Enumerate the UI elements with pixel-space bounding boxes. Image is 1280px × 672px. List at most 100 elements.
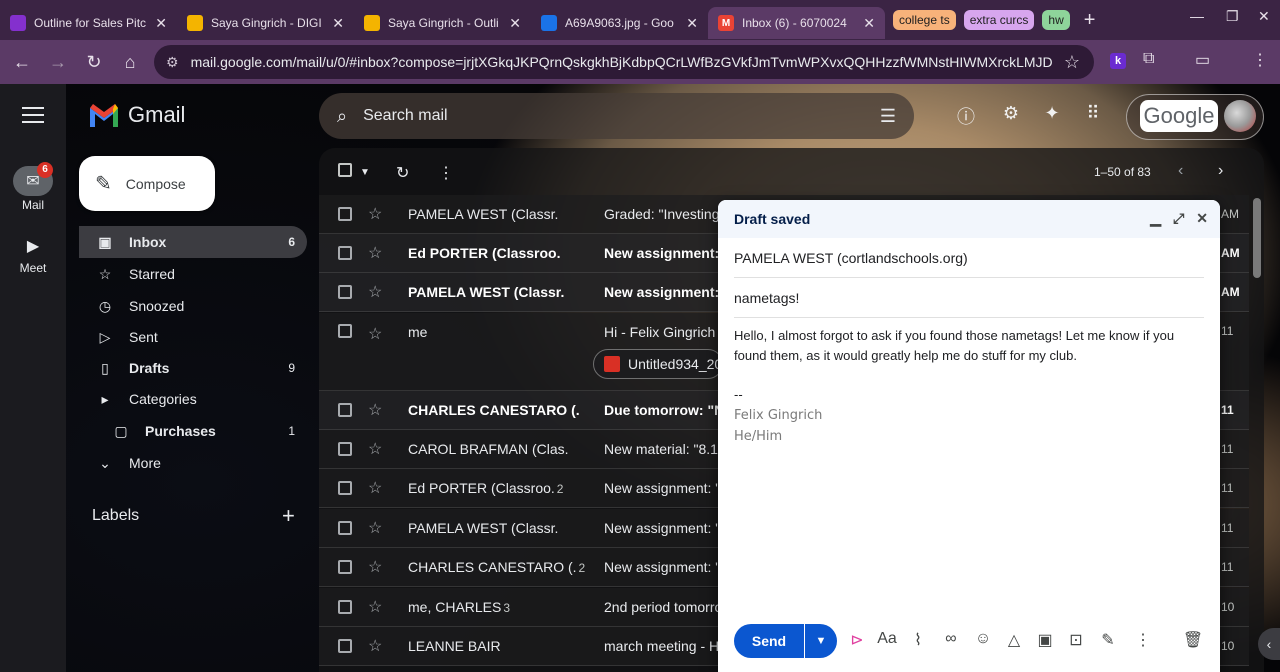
select-dropdown-icon[interactable]: ▼	[360, 167, 370, 178]
star-icon[interactable]: ☆	[368, 282, 388, 302]
discard-draft-icon[interactable]: 🗑	[1182, 630, 1204, 650]
browser-tab-3[interactable]: Saya Gingrich - Outli ✕	[354, 7, 531, 39]
site-info-icon[interactable]: ⚙	[166, 54, 179, 71]
settings-gear-icon[interactable]: ⚙	[999, 103, 1023, 127]
insert-photo-icon[interactable]: ▣	[1034, 630, 1056, 650]
browser-tab-1[interactable]: Outline for Sales Pitc ✕	[0, 7, 177, 39]
row-checkbox[interactable]	[338, 246, 352, 260]
main-menu-icon[interactable]	[22, 107, 44, 128]
back-icon[interactable]: ←	[4, 52, 40, 73]
nav-item-sent[interactable]: ▷ Sent	[79, 321, 307, 353]
tab-search-icon[interactable]: ▭	[1195, 50, 1210, 70]
create-label-icon[interactable]: +	[282, 503, 295, 529]
formatting-options-icon[interactable]: Aa	[876, 630, 898, 648]
message-body[interactable]: Hello, I almost forgot to ask if you fou…	[734, 326, 1208, 366]
reload-icon[interactable]: ↻	[76, 52, 112, 73]
star-icon[interactable]: ☆	[368, 518, 388, 538]
compose-header[interactable]: Draft saved ▁ ⤢ ✕	[718, 200, 1220, 238]
nav-item-purchases[interactable]: ▢ Purchases 1	[95, 415, 307, 447]
send-options-dropdown-icon[interactable]: ▼	[805, 624, 837, 658]
emoji-icon[interactable]: ☺	[972, 630, 994, 648]
browser-tab-2[interactable]: Saya Gingrich - DIGI ✕	[177, 7, 354, 39]
row-checkbox[interactable]	[338, 521, 352, 535]
select-all-checkbox[interactable]	[338, 163, 352, 182]
row-checkbox[interactable]	[338, 285, 352, 299]
browser-menu-icon[interactable]: ⋮	[1252, 50, 1268, 70]
browser-tab-4[interactable]: A69A9063.jpg - Goo ✕	[531, 7, 708, 39]
more-options-icon[interactable]: ⋮	[1132, 630, 1154, 650]
star-icon[interactable]: ☆	[368, 243, 388, 263]
help-icon[interactable]: ⓘ	[954, 103, 978, 127]
row-checkbox[interactable]	[338, 481, 352, 495]
close-tab-icon[interactable]: ✕	[155, 15, 167, 32]
more-actions-icon[interactable]: ⋮	[438, 163, 454, 183]
ai-writing-icon[interactable]: ⊳	[846, 630, 868, 650]
nav-item-inbox[interactable]: ▣ Inbox 6	[79, 226, 307, 258]
new-tab-icon[interactable]: +	[1084, 9, 1096, 32]
row-checkbox[interactable]	[338, 442, 352, 456]
recipients-field[interactable]: PAMELA WEST (cortlandschools.org)	[734, 238, 1204, 278]
signature-pen-icon[interactable]: ✎	[1097, 630, 1119, 650]
refresh-icon[interactable]: ↻	[396, 163, 409, 183]
star-icon[interactable]: ☆	[368, 597, 388, 617]
fullscreen-compose-icon[interactable]: ⤢	[1173, 210, 1184, 227]
row-checkbox[interactable]	[338, 639, 352, 653]
tab-group-extra[interactable]: extra curcs	[963, 10, 1035, 30]
avatar[interactable]	[1224, 100, 1256, 132]
attachment-chip[interactable]: Untitled934_20	[593, 349, 723, 379]
search-bar[interactable]: ⌕ Search mail ☰	[319, 93, 914, 139]
gmail-logo[interactable]: Gmail	[88, 102, 185, 128]
star-icon[interactable]: ☆	[368, 400, 388, 420]
apps-grid-icon[interactable]: ⠿	[1081, 103, 1105, 127]
tab-group-college[interactable]: college ts	[893, 10, 956, 30]
nav-item-more[interactable]: ⌄ More	[79, 447, 307, 479]
extension-k-icon[interactable]: k	[1110, 53, 1126, 69]
row-checkbox[interactable]	[338, 207, 352, 221]
newer-page-icon[interactable]: ‹	[1178, 162, 1183, 180]
tab-group-hw[interactable]: hw	[1042, 10, 1070, 30]
search-options-icon[interactable]: ☰	[880, 106, 896, 127]
row-checkbox[interactable]	[338, 560, 352, 574]
compose-button[interactable]: ✎ Compose	[79, 156, 215, 211]
minimize-window-icon[interactable]: —	[1190, 8, 1204, 24]
nav-item-snoozed[interactable]: ◷ Snoozed	[79, 290, 307, 322]
close-compose-icon[interactable]: ✕	[1196, 210, 1208, 227]
minimize-compose-icon[interactable]: ▁	[1150, 210, 1161, 227]
address-bar[interactable]: ⚙ mail.google.com/mail/u/0/#inbox?compos…	[154, 45, 1094, 79]
close-tab-icon[interactable]: ✕	[332, 15, 344, 32]
nav-item-drafts[interactable]: ▯ Drafts 9	[79, 352, 307, 384]
close-tab-icon[interactable]: ✕	[509, 15, 521, 32]
star-icon[interactable]: ☆	[368, 439, 388, 459]
bookmark-star-icon[interactable]: ☆	[1064, 52, 1080, 73]
restore-window-icon[interactable]: ❐	[1226, 8, 1239, 25]
older-page-icon[interactable]: ›	[1218, 162, 1223, 180]
forward-icon[interactable]: →	[40, 52, 76, 73]
search-icon[interactable]: ⌕	[337, 106, 347, 127]
star-icon[interactable]: ☆	[368, 204, 388, 224]
drive-icon[interactable]: △	[1003, 630, 1025, 650]
close-tab-icon[interactable]: ✕	[686, 15, 698, 32]
browser-tab-5-active[interactable]: M Inbox (6) - 6070024 ✕	[708, 7, 885, 39]
send-button[interactable]: Send	[734, 624, 804, 658]
extensions-icon[interactable]: ⧉	[1143, 50, 1154, 68]
close-window-icon[interactable]: ✕	[1258, 8, 1270, 25]
rail-mail-label[interactable]: Mail	[0, 198, 66, 212]
subject-field[interactable]: nametags!	[734, 278, 1204, 318]
nav-item-categories[interactable]: ▸ Categories	[79, 383, 307, 415]
insert-link-icon[interactable]: ∞	[940, 630, 962, 648]
mail-list-scrollbar[interactable]	[1253, 198, 1261, 278]
attach-file-icon[interactable]: ⌇	[907, 630, 929, 650]
rail-meet-label[interactable]: Meet	[0, 261, 66, 275]
gemini-sparkle-icon[interactable]: ✦	[1040, 103, 1064, 127]
nav-item-starred[interactable]: ☆ Starred	[79, 258, 307, 290]
star-icon[interactable]: ☆	[368, 324, 388, 344]
star-icon[interactable]: ☆	[368, 557, 388, 577]
close-tab-icon[interactable]: ✕	[863, 15, 875, 32]
star-icon[interactable]: ☆	[368, 636, 388, 656]
row-checkbox[interactable]	[338, 324, 352, 338]
row-checkbox[interactable]	[338, 403, 352, 417]
meet-icon[interactable]: ▶	[0, 236, 66, 256]
star-icon[interactable]: ☆	[368, 478, 388, 498]
row-checkbox[interactable]	[338, 600, 352, 614]
confidential-lock-icon[interactable]: ⊡	[1065, 630, 1087, 650]
